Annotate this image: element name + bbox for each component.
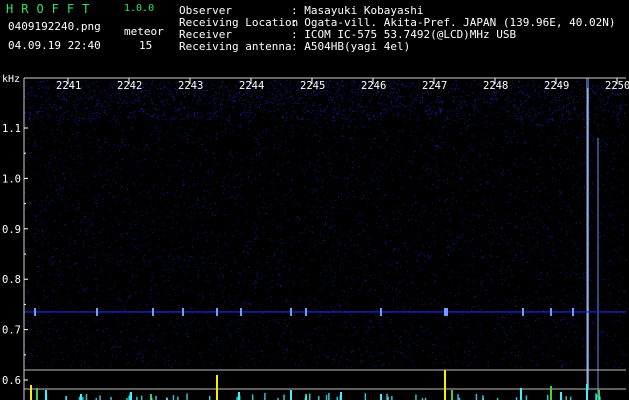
echo-bar — [172, 395, 175, 400]
echo-bar — [560, 392, 562, 400]
echo-bar — [586, 384, 588, 400]
echo-bar — [525, 395, 528, 400]
echo-mark — [290, 307, 292, 316]
time-tick-label: 2247 — [422, 80, 447, 92]
echo-bar — [264, 393, 266, 400]
echo-bar — [599, 396, 601, 400]
echo-bar — [36, 388, 38, 400]
freq-tick-label: 1.0 — [2, 173, 21, 185]
echo-bar — [339, 395, 341, 400]
echo-mark — [152, 307, 154, 316]
time-tick-label: 2241 — [56, 80, 81, 92]
echo-bar — [309, 393, 311, 400]
time-tick-label: 2250 — [605, 80, 629, 92]
echo-bar — [325, 395, 328, 400]
echo-bar — [457, 394, 459, 400]
freq-tick-label: 0.6 — [2, 375, 21, 387]
echo-bar — [444, 370, 446, 400]
echo-bar — [140, 395, 143, 400]
echo-streak-2 — [597, 138, 599, 398]
time-tick-label: 2248 — [483, 80, 508, 92]
echo-mark — [550, 307, 552, 316]
echo-mark — [34, 307, 36, 316]
echo-mark — [240, 307, 242, 316]
echo-mark — [305, 307, 307, 316]
time-tick-label: 2246 — [361, 80, 386, 92]
echo-bar — [209, 395, 211, 400]
freq-tick-label: 0.8 — [2, 274, 21, 286]
time-tick-label: 2244 — [239, 80, 264, 92]
echo-bar — [520, 388, 522, 400]
freq-tick-label: 1.1 — [2, 123, 21, 135]
echo-bar — [85, 394, 88, 400]
echo-bar — [30, 385, 32, 400]
time-tick-label: 2249 — [544, 80, 569, 92]
echo-bar — [318, 396, 320, 400]
echo-bar — [565, 396, 567, 400]
echo-bar — [595, 393, 597, 400]
echo-mark — [444, 307, 446, 316]
echo-bar — [451, 390, 453, 400]
echo-mark — [572, 307, 574, 316]
echo-bar — [364, 393, 367, 400]
echo-bar — [380, 394, 382, 400]
echo-mark — [522, 307, 524, 316]
echo-bar — [128, 395, 130, 400]
echo-bar — [546, 395, 549, 400]
spectrogram: 1.1 1.0 0.9 0.8 0.7 0.6 2241 2242 2243 2244 2245 22… — [2, 77, 629, 400]
echo-bar — [386, 393, 388, 400]
echo-bar — [290, 390, 292, 400]
echo-bar — [305, 395, 307, 400]
echo-mark — [96, 307, 98, 316]
echo-bar — [251, 394, 254, 400]
echo-mark — [216, 307, 218, 316]
plot-background — [24, 78, 626, 400]
freq-tick-label: 0.9 — [2, 224, 21, 236]
echo-bar — [186, 393, 188, 400]
echo-mark — [446, 307, 448, 316]
echo-bar — [391, 396, 393, 400]
echo-bar — [216, 375, 218, 400]
echo-bar — [155, 395, 157, 400]
echo-mark — [380, 307, 382, 316]
echo-bar — [99, 395, 101, 400]
echo-bar — [328, 393, 330, 400]
time-tick-label: 2243 — [178, 80, 203, 92]
echo-streak-core — [587, 88, 589, 388]
echo-bar — [80, 394, 82, 400]
echo-bar — [283, 394, 285, 400]
echo-bar — [65, 396, 67, 400]
echo-mark — [182, 307, 184, 316]
time-tick-label: 2245 — [300, 80, 325, 92]
freq-tick-label: 0.7 — [2, 325, 21, 337]
echo-bar — [177, 396, 179, 400]
echo-bar — [475, 393, 478, 400]
echo-bar — [239, 395, 241, 400]
echo-bar — [550, 386, 552, 400]
echo-bar — [415, 394, 417, 400]
echo-bar — [45, 393, 48, 400]
time-tick-label: 2242 — [117, 80, 142, 92]
